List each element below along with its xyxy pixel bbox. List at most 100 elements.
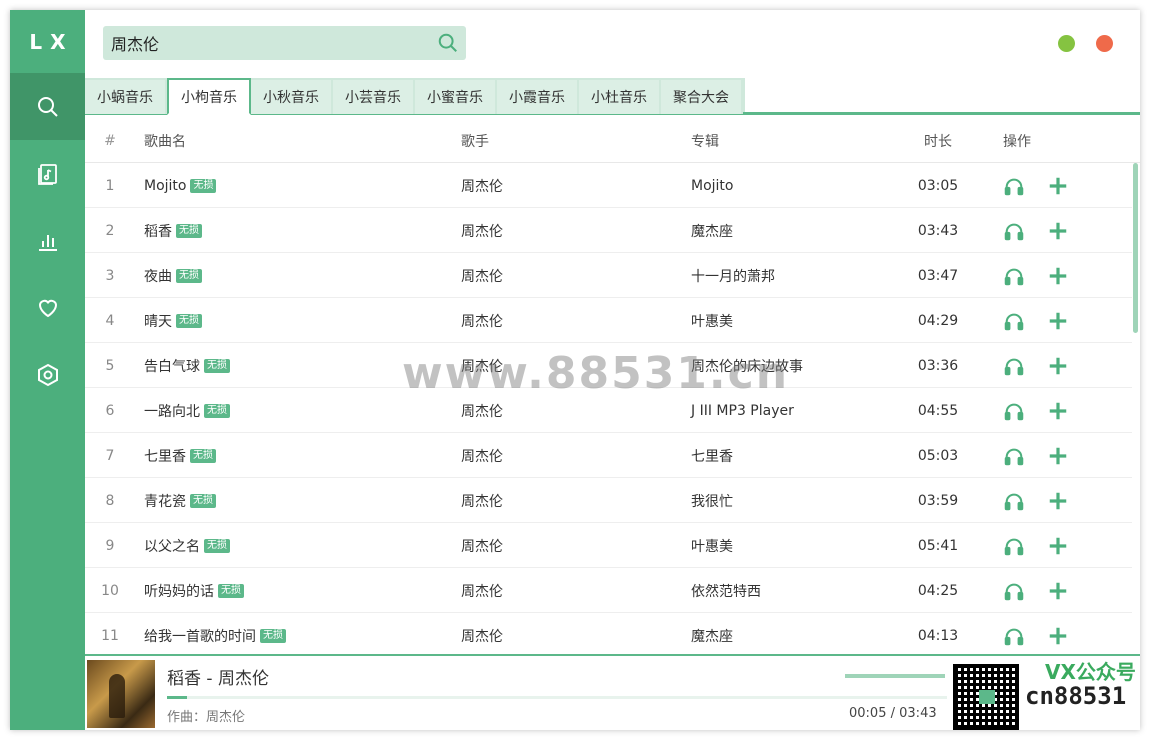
table-row[interactable]: 10 听妈妈的话 无损 周杰伦 依然范特西 04:25: [85, 568, 1132, 613]
progress-track[interactable]: [167, 696, 947, 699]
table-row[interactable]: 3 夜曲 无损 周杰伦 十一月的萧邦 03:47: [85, 253, 1132, 298]
lossless-badge: 无损: [176, 223, 202, 238]
listen-icon[interactable]: [1003, 580, 1025, 602]
listen-icon[interactable]: [1003, 625, 1025, 647]
app-logo: LX: [29, 29, 74, 54]
sidebar-item-favorites[interactable]: [10, 274, 85, 341]
table-row[interactable]: 7 七里香 无损 周杰伦 七里香 05:03: [85, 433, 1132, 478]
top-bar: 周杰伦: [85, 10, 1140, 78]
search-button[interactable]: [432, 27, 464, 59]
tab-source[interactable]: 小芸音乐: [333, 80, 415, 114]
song-name: 晴天: [144, 313, 172, 330]
lossless-badge: 无损: [190, 178, 217, 193]
row-ops: [1003, 613, 1069, 655]
table-row[interactable]: 6 一路向北 无损 周杰伦 J III MP3 Player 04:55: [85, 388, 1132, 433]
row-ops: [1003, 253, 1069, 298]
row-singer: 周杰伦: [461, 583, 503, 600]
listen-icon[interactable]: [1003, 310, 1025, 332]
sidebar-item-leaderboard[interactable]: [10, 207, 85, 274]
row-song-name: 听妈妈的话 无损: [144, 568, 244, 613]
row-singer: 周杰伦: [461, 448, 503, 465]
sidebar-item-songlist[interactable]: [10, 140, 85, 207]
table-row[interactable]: 9 以父之名 无损 周杰伦 叶惠美 05:41: [85, 523, 1132, 568]
song-name: Mojito: [144, 177, 187, 194]
row-ops: [1003, 478, 1069, 523]
sidebar-item-settings[interactable]: [10, 341, 85, 408]
row-album: 十一月的萧邦: [691, 268, 775, 285]
row-ops: [1003, 523, 1069, 568]
row-ops: [1003, 568, 1069, 613]
search-icon: [438, 33, 457, 52]
song-name: 告白气球: [144, 358, 200, 375]
lossless-badge: 无损: [176, 313, 202, 328]
header-singer: 歌手: [461, 133, 489, 150]
sidebar-item-search[interactable]: [10, 73, 85, 140]
add-icon[interactable]: [1047, 445, 1069, 467]
add-icon[interactable]: [1047, 535, 1069, 557]
listen-icon[interactable]: [1003, 400, 1025, 422]
add-icon[interactable]: [1047, 310, 1069, 332]
tab-source[interactable]: 小蜗音乐: [85, 80, 167, 114]
scrollbar-thumb[interactable]: [1133, 163, 1138, 333]
close-button[interactable]: [1096, 35, 1113, 52]
row-duration: 03:43: [917, 222, 959, 239]
time-display: 00:05 / 03:43: [849, 706, 937, 721]
table-row[interactable]: 2 稻香 无损 周杰伦 魔杰座 03:43: [85, 208, 1132, 253]
add-icon[interactable]: [1047, 220, 1069, 242]
row-ops: [1003, 298, 1069, 343]
tab-source[interactable]: 小蜜音乐: [415, 80, 497, 114]
listen-icon[interactable]: [1003, 355, 1025, 377]
row-duration: 04:13: [917, 627, 959, 644]
row-singer: 周杰伦: [461, 358, 503, 375]
add-icon[interactable]: [1047, 355, 1069, 377]
search-input[interactable]: 周杰伦: [103, 31, 432, 55]
row-num: 7: [105, 447, 115, 464]
add-icon[interactable]: [1047, 625, 1069, 647]
table-row[interactable]: 1 Mojito 无损 周杰伦 Mojito 03:05: [85, 163, 1132, 208]
add-icon[interactable]: [1047, 580, 1069, 602]
table-row[interactable]: 5 告白气球 无损 周杰伦 周杰伦的床边故事 03:36: [85, 343, 1132, 388]
row-ops: [1003, 343, 1069, 388]
tab-source[interactable]: 小枸音乐: [167, 78, 251, 115]
row-album: Mojito: [691, 177, 734, 194]
now-playing-title: 稻香 - 周杰伦: [167, 669, 269, 689]
row-song-name: 青花瓷 无损: [144, 478, 216, 523]
listen-icon[interactable]: [1003, 445, 1025, 467]
tab-source[interactable]: 小杜音乐: [579, 80, 661, 114]
add-icon[interactable]: [1047, 490, 1069, 512]
music-list-icon: [37, 163, 57, 185]
lossless-badge: 无损: [260, 628, 286, 643]
table-row[interactable]: 8 青花瓷 无损 周杰伦 我很忙 03:59: [85, 478, 1132, 523]
listen-icon[interactable]: [1003, 175, 1025, 197]
row-song-name: 给我一首歌的时间 无损: [144, 613, 286, 655]
source-tabs: 小蜗音乐 小枸音乐 小秋音乐 小芸音乐 小蜜音乐 小霞音乐 小杜音乐 聚合大会: [85, 78, 1140, 115]
song-name: 七里香: [144, 448, 186, 465]
listen-icon[interactable]: [1003, 490, 1025, 512]
lossless-badge: 无损: [190, 448, 216, 463]
row-num: 3: [105, 267, 115, 284]
volume-bar[interactable]: [845, 674, 945, 678]
listen-icon[interactable]: [1003, 535, 1025, 557]
lossless-badge: 无损: [204, 358, 230, 373]
search-box[interactable]: 周杰伦: [103, 26, 466, 60]
song-name: 稻香: [144, 223, 172, 240]
row-num: 10: [101, 582, 119, 599]
row-ops: [1003, 433, 1069, 478]
row-duration: 03:36: [917, 357, 959, 374]
add-icon[interactable]: [1047, 175, 1069, 197]
table-row[interactable]: 4 晴天 无损 周杰伦 叶惠美 04:29: [85, 298, 1132, 343]
tab-source[interactable]: 小霞音乐: [497, 80, 579, 114]
add-icon[interactable]: [1047, 265, 1069, 287]
row-song-name: 夜曲 无损: [144, 253, 202, 298]
listen-icon[interactable]: [1003, 265, 1025, 287]
scrollbar[interactable]: [1132, 163, 1138, 655]
minimize-button[interactable]: [1058, 35, 1075, 52]
listen-icon[interactable]: [1003, 220, 1025, 242]
corner-watermark-logo: VX公众号: [1045, 660, 1136, 684]
table-row[interactable]: 11 给我一首歌的时间 无损 周杰伦 魔杰座 04:13: [85, 613, 1132, 655]
tab-source[interactable]: 小秋音乐: [251, 80, 333, 114]
add-icon[interactable]: [1047, 400, 1069, 422]
row-num: 8: [105, 492, 115, 509]
album-cover[interactable]: [87, 660, 155, 728]
tab-source[interactable]: 聚合大会: [661, 80, 743, 114]
